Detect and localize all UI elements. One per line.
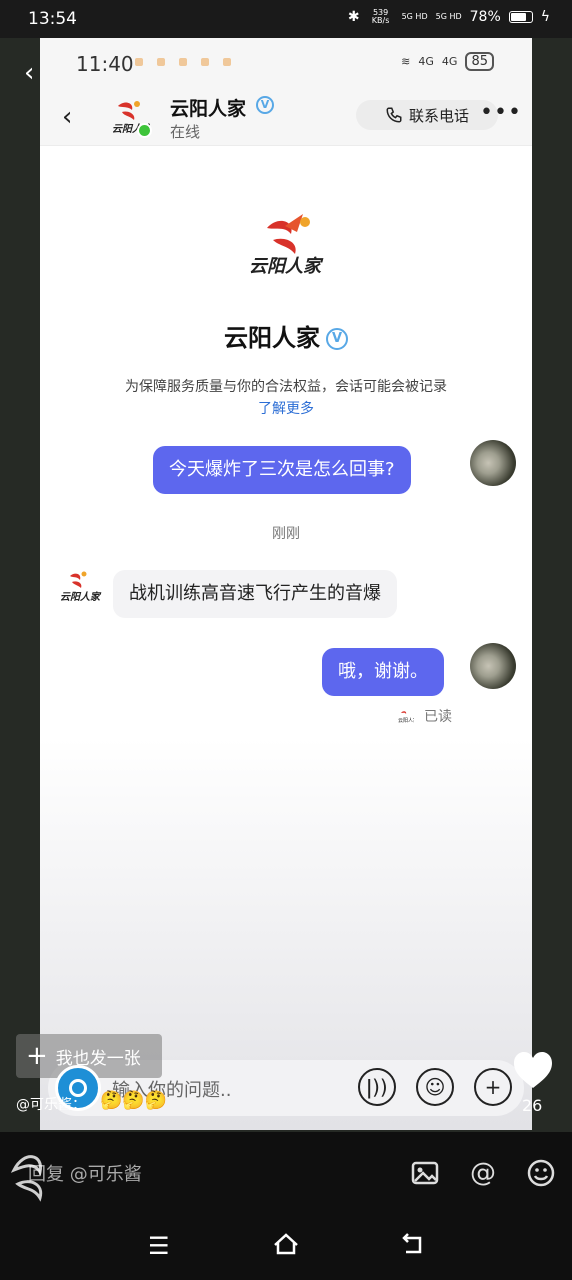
call-label: 联系电话 [408, 106, 469, 125]
shop-name: 云阳人家 [224, 324, 320, 352]
message-bubble-me[interactable]: 今天爆炸了三次是怎么回事? [153, 446, 411, 494]
inner-net-1: 4G [418, 55, 434, 68]
inner-battery: 85 [465, 52, 494, 71]
comment-emojis: 🤔🤔🤔 [100, 1090, 168, 1111]
signal-1: 5G HD [401, 12, 428, 21]
plus-icon[interactable]: + [474, 1068, 512, 1106]
more-icon[interactable]: ••• [480, 100, 522, 125]
outer-back-icon[interactable]: ‹ [24, 58, 34, 88]
read-receipt: 云阳人家 已读 [398, 706, 452, 726]
inner-status-bar: 11:40 ≋ 4G 4G 85 [40, 38, 532, 88]
message-bubble-me[interactable]: 哦，谢谢。 [322, 648, 444, 696]
home-icon[interactable] [272, 1232, 300, 1256]
privacy-notice: 为保障服务质量与你的合法权益，会话可能会被记录 [125, 379, 447, 395]
screen: 13:54 ✱ 539 KB/s 5G HD 5G HD 78% ϟ ‹ 11:… [0, 0, 572, 1280]
add-icon: + [26, 1041, 48, 1071]
shop-logo: 云阳人家 [249, 214, 324, 277]
emoji-icon[interactable] [526, 1158, 556, 1188]
notification-icons [135, 58, 231, 66]
user-avatar[interactable] [470, 643, 516, 689]
post-also-label: 我也发一张 [55, 1048, 141, 1069]
return-icon[interactable] [400, 1232, 426, 1256]
online-status: 在线 [170, 123, 201, 141]
svg-text:云阳人家: 云阳人家 [60, 591, 102, 603]
chat-screenshot: 11:40 ≋ 4G 4G 85 ‹ 云阳人家 云阳人家 V 在线 联系电话 •… [40, 38, 532, 1130]
chat-header: ‹ 云阳人家 云阳人家 V 在线 联系电话 ••• [40, 88, 532, 146]
bluetooth-icon: ✱ [347, 9, 360, 25]
back-icon[interactable]: ‹ [62, 102, 72, 132]
learn-more-link[interactable]: 了解更多 [40, 398, 532, 418]
inner-net-2: 4G [441, 55, 458, 68]
chat-title: 云阳人家 [170, 98, 247, 120]
online-indicator [137, 123, 152, 138]
signal-2: 5G HD [435, 12, 462, 21]
time-separator: 刚刚 [272, 526, 300, 542]
user-avatar[interactable] [470, 440, 516, 486]
net-speed: 539 KB/s [371, 8, 390, 25]
inner-time: 11:40 [76, 52, 134, 76]
phone-icon [386, 107, 402, 123]
charging-icon: ϟ [540, 9, 550, 25]
commenter-name[interactable]: @可乐酱： [16, 1094, 86, 1114]
image-icon[interactable] [410, 1158, 440, 1188]
svg-text:云阳人家: 云阳人家 [249, 256, 324, 277]
voice-icon[interactable]: ǀ)) [358, 1068, 396, 1106]
emoji-icon[interactable]: ☺ [416, 1068, 454, 1106]
verified-badge-icon: V [326, 328, 348, 350]
message-bubble-shop[interactable]: 战机训练高音速飞行产生的音爆 [113, 570, 397, 618]
read-label: 已读 [424, 709, 452, 725]
system-status-icons: ✱ 539 KB/s 5G HD 5G HD 78% ϟ [347, 8, 550, 26]
verified-icon: V [256, 96, 274, 114]
menu-icon[interactable]: ☰ [148, 1232, 170, 1260]
svg-text:云阳人家: 云阳人家 [398, 717, 414, 723]
inner-status-icons: ≋ 4G 4G 85 [401, 52, 494, 71]
at-icon[interactable]: @ [468, 1158, 498, 1188]
shop-name-heading: 云阳人家 V [40, 318, 532, 353]
read-avatar-icon: 云阳人家 [398, 711, 414, 723]
system-status-bar: 13:54 ✱ 539 KB/s 5G HD 5G HD 78% ϟ [0, 0, 572, 38]
wifi-icon: ≋ [401, 55, 411, 68]
battery-percent: 78% [469, 9, 501, 25]
system-time: 13:54 [28, 9, 77, 29]
call-button[interactable]: 联系电话 [356, 100, 498, 130]
battery-icon [508, 11, 533, 23]
watermark-logo [10, 1155, 43, 1202]
shop-message-avatar[interactable]: 云阳人家 [58, 568, 102, 604]
heart-icon[interactable] [512, 1050, 554, 1090]
like-count: 26 [522, 1096, 543, 1115]
